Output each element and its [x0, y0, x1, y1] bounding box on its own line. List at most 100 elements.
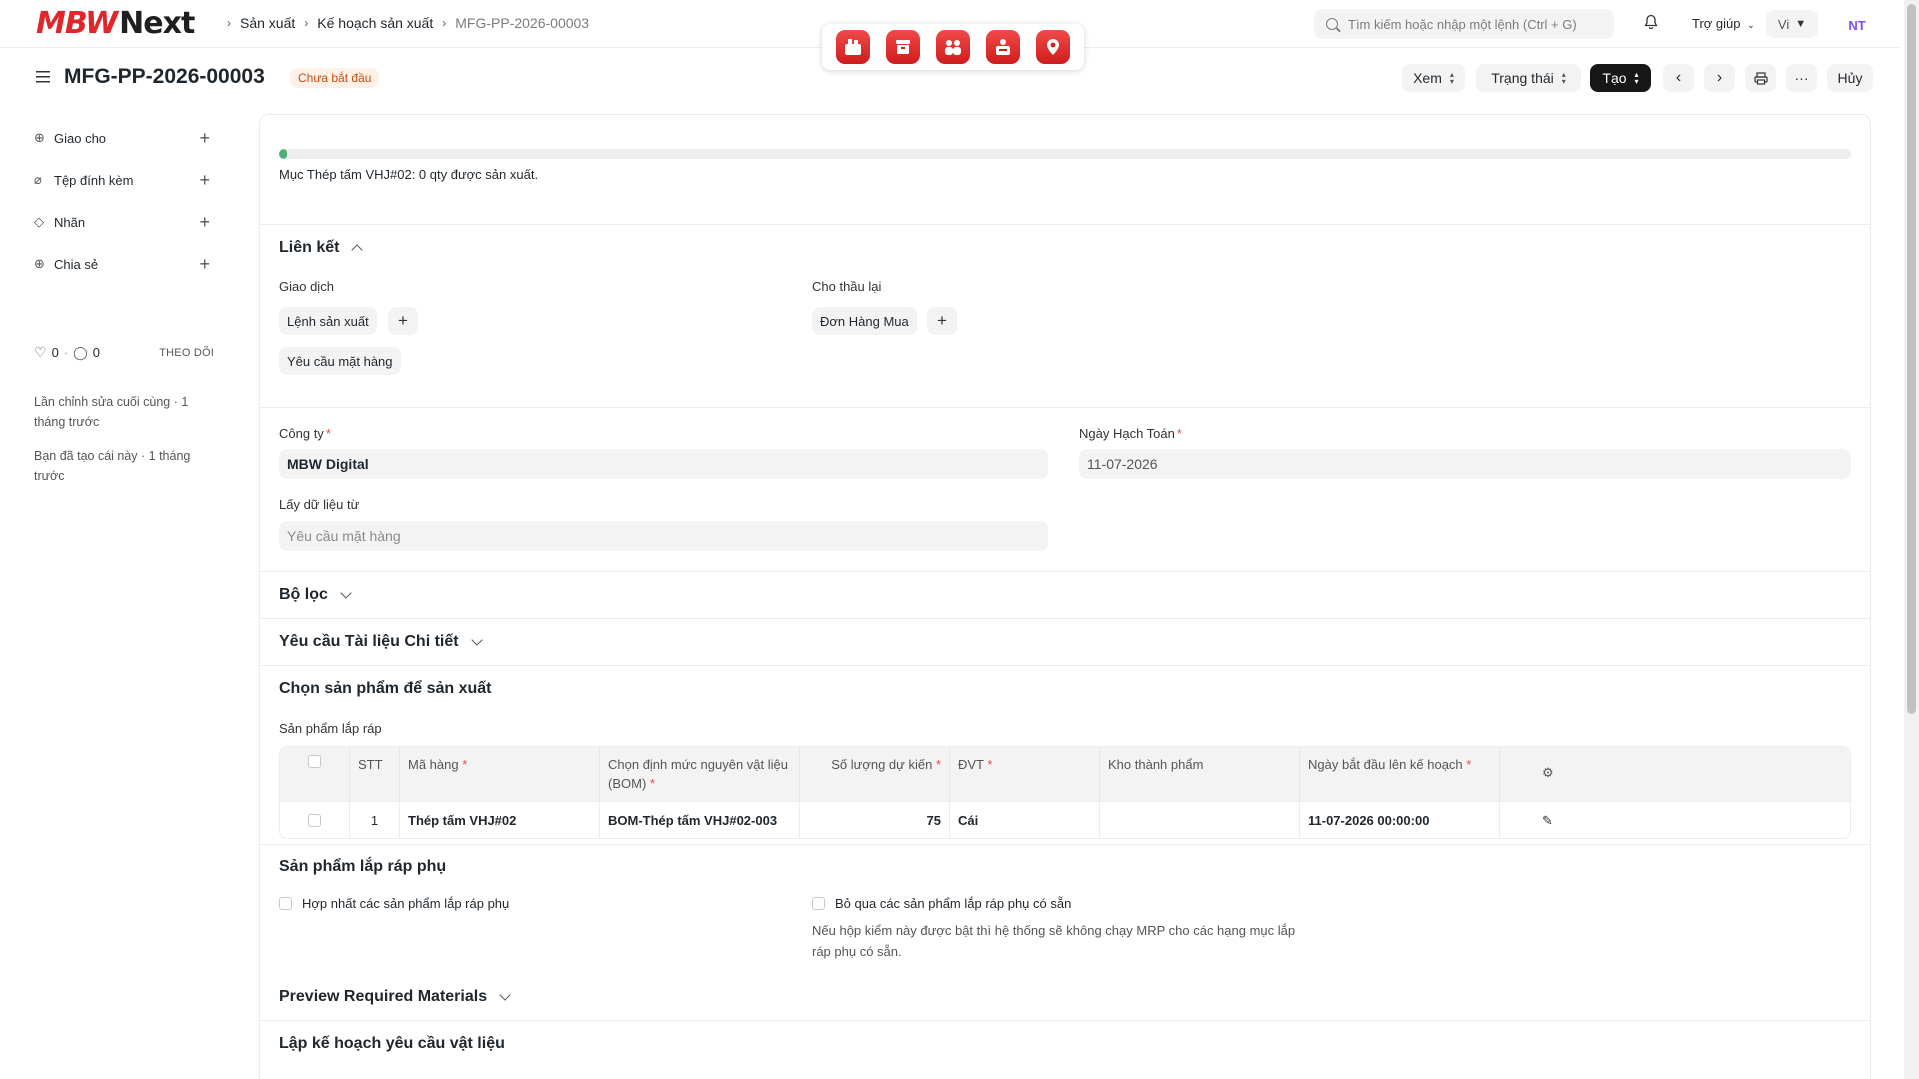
section-document-details[interactable]: Yêu cầu Tài liệu Chi tiết: [279, 633, 483, 651]
sidebar-item-label: Chia sẻ: [54, 256, 99, 272]
create-label: Tạo: [1602, 70, 1627, 86]
view-button[interactable]: Xem ▴ ▾: [1402, 64, 1465, 92]
cell-item-code[interactable]: Thép tấm VHJ#02: [400, 801, 600, 838]
link-material-request[interactable]: Yêu cầu mặt hàng: [279, 347, 401, 375]
printer-icon: [1753, 71, 1768, 85]
header-stt: STT: [350, 747, 400, 801]
box-icon[interactable]: [886, 30, 920, 64]
chevron-right-icon: ›: [442, 16, 447, 30]
section-document-details-title: Yêu cầu Tài liệu Chi tiết: [279, 633, 459, 650]
sidebar-item-share[interactable]: ⊕ Chia sẻ +: [34, 254, 210, 275]
breadcrumb-manufacturing[interactable]: Sản xuất: [240, 15, 295, 31]
company-label-text: Công ty: [279, 426, 324, 441]
plus-icon[interactable]: +: [199, 212, 210, 233]
status-button[interactable]: Trạng thái ▴ ▾: [1476, 64, 1581, 92]
team-icon[interactable]: [936, 30, 970, 64]
updown-icon: ▴ ▾: [1634, 70, 1639, 86]
settings-icon[interactable]: ⚙: [1500, 747, 1850, 801]
header-item-code: Mã hàng *: [400, 747, 600, 801]
factory-icon[interactable]: [836, 30, 870, 64]
cell-stt: 1: [350, 801, 400, 838]
bell-icon[interactable]: [1644, 14, 1658, 35]
more-button[interactable]: ···: [1786, 64, 1817, 92]
select-all-checkbox[interactable]: [308, 755, 321, 768]
plus-icon[interactable]: +: [199, 128, 210, 149]
header-planned-qty: Số lượng dự kiến *: [800, 747, 950, 801]
caret-down-icon: ▼: [1795, 18, 1807, 30]
plus-icon[interactable]: +: [199, 170, 210, 191]
next-button[interactable]: ›: [1704, 64, 1735, 92]
sidebar-item-label: Tệp đính kèm: [54, 172, 134, 188]
divider: [259, 571, 1871, 572]
section-filters[interactable]: Bộ lọc: [279, 586, 352, 604]
chevron-down-icon: [340, 587, 352, 599]
cell-warehouse[interactable]: [1100, 801, 1300, 838]
combine-sub-assembly-row[interactable]: Hợp nhất các sản phẩm lắp ráp phụ: [279, 896, 509, 911]
link-work-order[interactable]: Lệnh sản xuất: [279, 307, 377, 335]
search-icon: [1326, 18, 1338, 30]
header-bom: Chọn định mức nguyên vật liệu (BOM) *: [600, 747, 800, 801]
cell-start-date[interactable]: 11-07-2026 00:00:00: [1300, 801, 1500, 838]
table-header: STT Mã hàng * Chọn định mức nguyên vật l…: [280, 747, 1850, 801]
avatar[interactable]: NT: [1845, 13, 1869, 37]
skip-sub-assembly-label: Bỏ qua các sản phẩm lắp ráp phụ có sẵn: [835, 896, 1072, 911]
posting-date-label-text: Ngày Hạch Toán: [1079, 426, 1175, 441]
header-planned-qty-text: Số lượng dự kiến: [831, 757, 933, 772]
breadcrumb-production-plan[interactable]: Kế hoạch sản xuất: [317, 15, 433, 31]
header-bom-text: Chọn định mức nguyên vật liệu (BOM): [608, 757, 788, 791]
cell-uom[interactable]: Cái: [950, 801, 1100, 838]
location-icon[interactable]: [1036, 30, 1070, 64]
edit-icon[interactable]: ✎: [1500, 801, 1850, 838]
section-links[interactable]: Liên kết: [279, 239, 364, 257]
skip-sub-assembly-checkbox[interactable]: [812, 897, 825, 910]
plus-icon[interactable]: +: [199, 254, 210, 275]
link-purchase-order[interactable]: Đơn Hàng Mua: [812, 307, 917, 335]
company-field[interactable]: MBW Digital: [279, 449, 1048, 479]
logo-mbw: MBW: [36, 5, 118, 41]
previous-button[interactable]: ‹: [1663, 64, 1694, 92]
cell-planned-qty[interactable]: 75: [800, 801, 950, 838]
section-preview-materials[interactable]: Preview Required Materials: [279, 988, 511, 1006]
divider: [259, 665, 1871, 666]
add-purchase-order-button[interactable]: +: [927, 307, 957, 335]
chevron-down-icon: [470, 634, 483, 646]
get-items-field[interactable]: Yêu cầu mặt hàng: [279, 521, 1048, 551]
sidebar-item-attachments[interactable]: ⌀ Tệp đính kèm +: [34, 170, 210, 191]
scrollbar-thumb[interactable]: [1907, 4, 1916, 714]
heart-icon[interactable]: ♡: [34, 344, 47, 361]
divider: [259, 1020, 1871, 1021]
breadcrumb-current[interactable]: MFG-PP-2026-00003: [455, 15, 589, 31]
skip-sub-assembly-row[interactable]: Bỏ qua các sản phẩm lắp ráp phụ có sẵn: [812, 896, 1071, 911]
logo[interactable]: MBW Next: [36, 5, 195, 41]
updown-icon: ▴ ▾: [1449, 70, 1454, 86]
section-sub-assembly-title: Sản phẩm lắp ráp phụ: [279, 858, 447, 875]
row-checkbox[interactable]: [308, 814, 321, 827]
search-input[interactable]: [1348, 16, 1608, 32]
add-work-order-button[interactable]: +: [388, 307, 418, 335]
combine-sub-assembly-checkbox[interactable]: [279, 897, 292, 910]
user-plus-icon: ⊕: [34, 130, 45, 145]
combine-sub-assembly-label: Hợp nhất các sản phẩm lắp ráp phụ: [302, 896, 510, 911]
follow-button[interactable]: THEO DÕI: [159, 347, 214, 359]
create-button[interactable]: Tạo ▴ ▾: [1590, 64, 1651, 92]
language-select[interactable]: Vi ▼: [1766, 10, 1818, 38]
progress-bar: [279, 149, 1851, 159]
sidebar-item-assign[interactable]: ⊕ Giao cho +: [34, 128, 210, 149]
help-menu[interactable]: Trợ giúp ⌄: [1692, 16, 1755, 31]
skip-sub-assembly-description: Nếu hộp kiểm này được bật thì hệ thống s…: [812, 923, 1296, 959]
sidebar-item-tags[interactable]: ◇ Nhãn +: [34, 212, 210, 233]
cell-bom[interactable]: BOM-Thép tấm VHJ#02-003: [600, 801, 800, 838]
paperclip-icon: ⌀: [34, 172, 42, 187]
menu-icon[interactable]: [36, 70, 50, 88]
section-sub-assembly: Sản phẩm lắp ráp phụ: [279, 858, 446, 876]
posting-date-field[interactable]: 11-07-2026: [1079, 449, 1851, 479]
search-bar[interactable]: [1314, 9, 1614, 39]
comment-icon[interactable]: ◯: [73, 345, 88, 361]
server-icon[interactable]: [986, 30, 1020, 64]
header-warehouse: Kho thành phẩm: [1100, 747, 1300, 801]
cancel-button[interactable]: Hủy: [1827, 64, 1873, 92]
print-button[interactable]: [1745, 64, 1776, 92]
sidebar-item-label: Giao cho: [54, 130, 107, 146]
page-scrollbar[interactable]: [1904, 0, 1919, 1079]
app-switcher: [822, 24, 1084, 70]
